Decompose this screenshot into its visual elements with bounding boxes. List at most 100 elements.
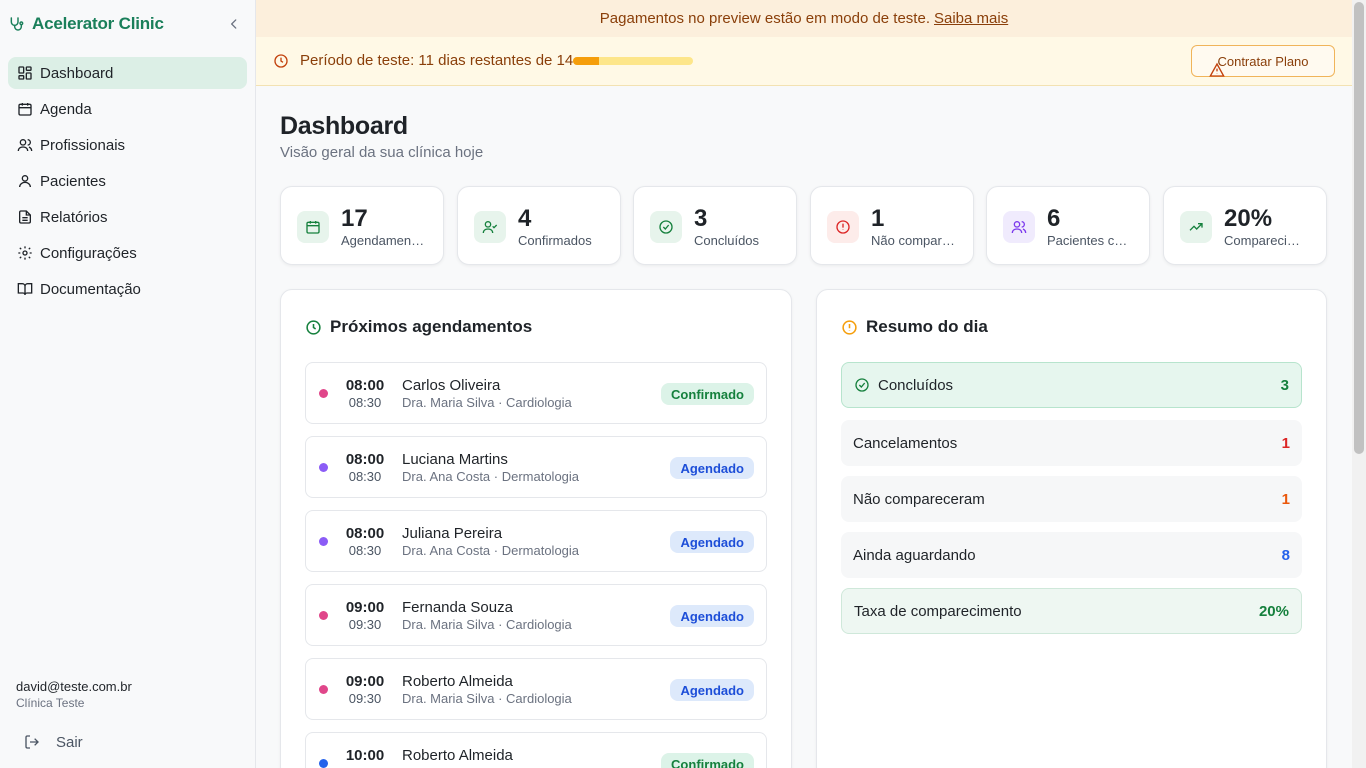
trial-progress-fill bbox=[573, 57, 599, 65]
status-badge: Agendado bbox=[670, 531, 754, 553]
summary-label: Cancelamentos bbox=[853, 434, 958, 452]
logout-icon bbox=[24, 734, 40, 750]
user-check-icon bbox=[474, 211, 506, 243]
patient-name: Juliana Pereira bbox=[402, 525, 503, 542]
trial-progress-bar bbox=[573, 57, 693, 65]
summary-row: Cancelamentos 1 bbox=[841, 420, 1302, 466]
clock-icon bbox=[273, 53, 289, 69]
specialty-dot bbox=[319, 611, 328, 620]
sidebar-item-dashboard[interactable]: Dashboard bbox=[8, 57, 247, 89]
summary-row: Taxa de comparecimento 20% bbox=[841, 588, 1302, 634]
sidebar-item-label: Documentação bbox=[40, 280, 141, 298]
logout-button[interactable]: Sair bbox=[16, 730, 83, 754]
sidebar-item-pacientes[interactable]: Pacientes bbox=[8, 165, 247, 197]
end-time: 09:30 bbox=[348, 617, 382, 632]
brand-name: Acelerator Clinic bbox=[32, 14, 164, 33]
users-icon bbox=[17, 137, 33, 153]
summary-row: Concluídos 3 bbox=[841, 362, 1302, 408]
sidebar-item-configuracoes[interactable]: Configurações bbox=[8, 237, 247, 269]
card-title-text: Resumo do dia bbox=[866, 317, 988, 336]
start-time: 09:00 bbox=[345, 673, 385, 690]
stethoscope-icon bbox=[8, 16, 24, 32]
status-badge: Confirmado bbox=[661, 383, 754, 405]
start-time: 08:00 bbox=[345, 451, 385, 468]
stat-card-no-show: 1 Não compareceram bbox=[810, 186, 974, 265]
scrollbar-thumb[interactable] bbox=[1354, 2, 1364, 454]
card-title: Resumo do dia bbox=[841, 317, 988, 337]
stat-value: 3 bbox=[694, 205, 708, 232]
appointment-row[interactable]: 10:00 Roberto Almeida Confirmado bbox=[305, 732, 767, 768]
patient-name: Luciana Martins bbox=[402, 451, 508, 468]
sidebar-item-agenda[interactable]: Agenda bbox=[8, 93, 247, 125]
check-circle-icon bbox=[854, 377, 870, 393]
clinic-name: Clínica Teste bbox=[16, 696, 85, 710]
stat-value: 6 bbox=[1047, 205, 1061, 232]
calendar-icon bbox=[17, 101, 33, 117]
trending-up-icon bbox=[1180, 211, 1212, 243]
patient-name: Carlos Oliveira bbox=[402, 377, 501, 394]
stat-value: 20% bbox=[1224, 205, 1273, 232]
end-time: 09:30 bbox=[348, 691, 382, 706]
upcoming-appointments-card: Próximos agendamentos 08:00 08:30 Carlos O… bbox=[280, 289, 792, 768]
day-summary-card: Resumo do dia Concluídos 3 Cancelamentos 1 N… bbox=[816, 289, 1327, 768]
brand: Acelerator Clinic bbox=[8, 12, 248, 36]
card-title: Próximos agendamentos bbox=[305, 317, 532, 337]
stat-value: 4 bbox=[518, 205, 532, 232]
sidebar-item-profissionais[interactable]: Profissionais bbox=[8, 129, 247, 161]
layout-dashboard-icon bbox=[17, 65, 33, 81]
start-time: 10:00 bbox=[345, 747, 385, 764]
stat-label: Não compareceram bbox=[871, 233, 957, 248]
specialty-dot bbox=[319, 537, 328, 546]
end-time: 08:30 bbox=[348, 543, 382, 558]
sidebar-item-relatorios[interactable]: Relatórios bbox=[8, 201, 247, 233]
alert-circle-icon bbox=[841, 319, 858, 336]
summary-label: Não compareceram bbox=[853, 490, 985, 508]
page-scrollbar[interactable] bbox=[1352, 0, 1366, 768]
stat-card-confirmed: 4 Confirmados bbox=[457, 186, 621, 265]
users-icon bbox=[1003, 211, 1035, 243]
sidebar-item-label: Dashboard bbox=[40, 64, 114, 82]
page-subtitle: Visão geral da sua clínica hoje bbox=[280, 144, 484, 161]
appointment-row[interactable]: 08:00 08:30 Juliana Pereira Dra. Ana Costa … bbox=[305, 510, 767, 572]
book-open-icon bbox=[17, 281, 33, 297]
appointment-row[interactable]: 09:00 09:30 Roberto Almeida Dra. Maria Silv… bbox=[305, 658, 767, 720]
stat-label: Confirmados bbox=[518, 233, 592, 248]
stat-card-patients: 6 Pacientes cadastrados bbox=[986, 186, 1150, 265]
user-email: david@teste.com.br bbox=[16, 679, 132, 694]
sidebar-item-label: Pacientes bbox=[40, 172, 106, 190]
stat-label: Pacientes cadastrados bbox=[1047, 233, 1133, 248]
stat-card-completed: 3 Concluídos bbox=[633, 186, 797, 265]
specialty-dot bbox=[319, 389, 328, 398]
collapse-sidebar-icon[interactable] bbox=[226, 16, 242, 32]
warning-icon bbox=[1209, 62, 1225, 78]
stat-card-appointments: 17 Agendamentos bbox=[280, 186, 444, 265]
summary-value: 8 bbox=[1281, 546, 1290, 564]
end-time: 08:30 bbox=[348, 469, 382, 484]
patient-name: Roberto Almeida bbox=[402, 673, 513, 690]
contract-plan-button[interactable]: Contratar Plano bbox=[1191, 45, 1335, 77]
learn-more-link[interactable]: Saiba mais bbox=[934, 10, 1008, 27]
summary-value: 1 bbox=[1281, 490, 1290, 508]
start-time: 08:00 bbox=[345, 377, 385, 394]
test-mode-text: Pagamentos no preview estão em modo de t… bbox=[599, 10, 930, 27]
appointment-row[interactable]: 08:00 08:30 Luciana Martins Dra. Ana Costa … bbox=[305, 436, 767, 498]
calendar-icon bbox=[297, 211, 329, 243]
professional-info: Dra. Maria Silva · Cardiologia bbox=[402, 617, 572, 632]
sidebar-item-documentacao[interactable]: Documentação bbox=[8, 273, 247, 305]
trial-text: Período de teste: 11 dias restantes de 1… bbox=[300, 52, 574, 69]
status-badge: Confirmado bbox=[661, 753, 754, 768]
logout-label: Sair bbox=[56, 733, 83, 751]
sidebar-item-label: Configurações bbox=[40, 244, 137, 262]
professional-info: Dra. Maria Silva · Cardiologia bbox=[402, 691, 572, 706]
gear-icon bbox=[17, 245, 33, 261]
stat-card-attendance: 20% Comparecimento bbox=[1163, 186, 1327, 265]
appointment-row[interactable]: 09:00 09:30 Fernanda Souza Dra. Maria Silva… bbox=[305, 584, 767, 646]
appointment-row[interactable]: 08:00 08:30 Carlos Oliveira Dra. Maria Silv… bbox=[305, 362, 767, 424]
sidebar-item-label: Profissionais bbox=[40, 136, 126, 154]
sidebar: Acelerator Clinic Dashboard Agenda Profi… bbox=[0, 0, 256, 768]
summary-value: 20% bbox=[1258, 602, 1289, 620]
summary-label: Taxa de comparecimento bbox=[854, 602, 1022, 620]
sidebar-nav: Dashboard Agenda Profissionais Pacientes… bbox=[8, 57, 247, 309]
test-mode-banner: Pagamentos no preview estão em modo de t… bbox=[256, 0, 1352, 37]
start-time: 08:00 bbox=[345, 525, 385, 542]
